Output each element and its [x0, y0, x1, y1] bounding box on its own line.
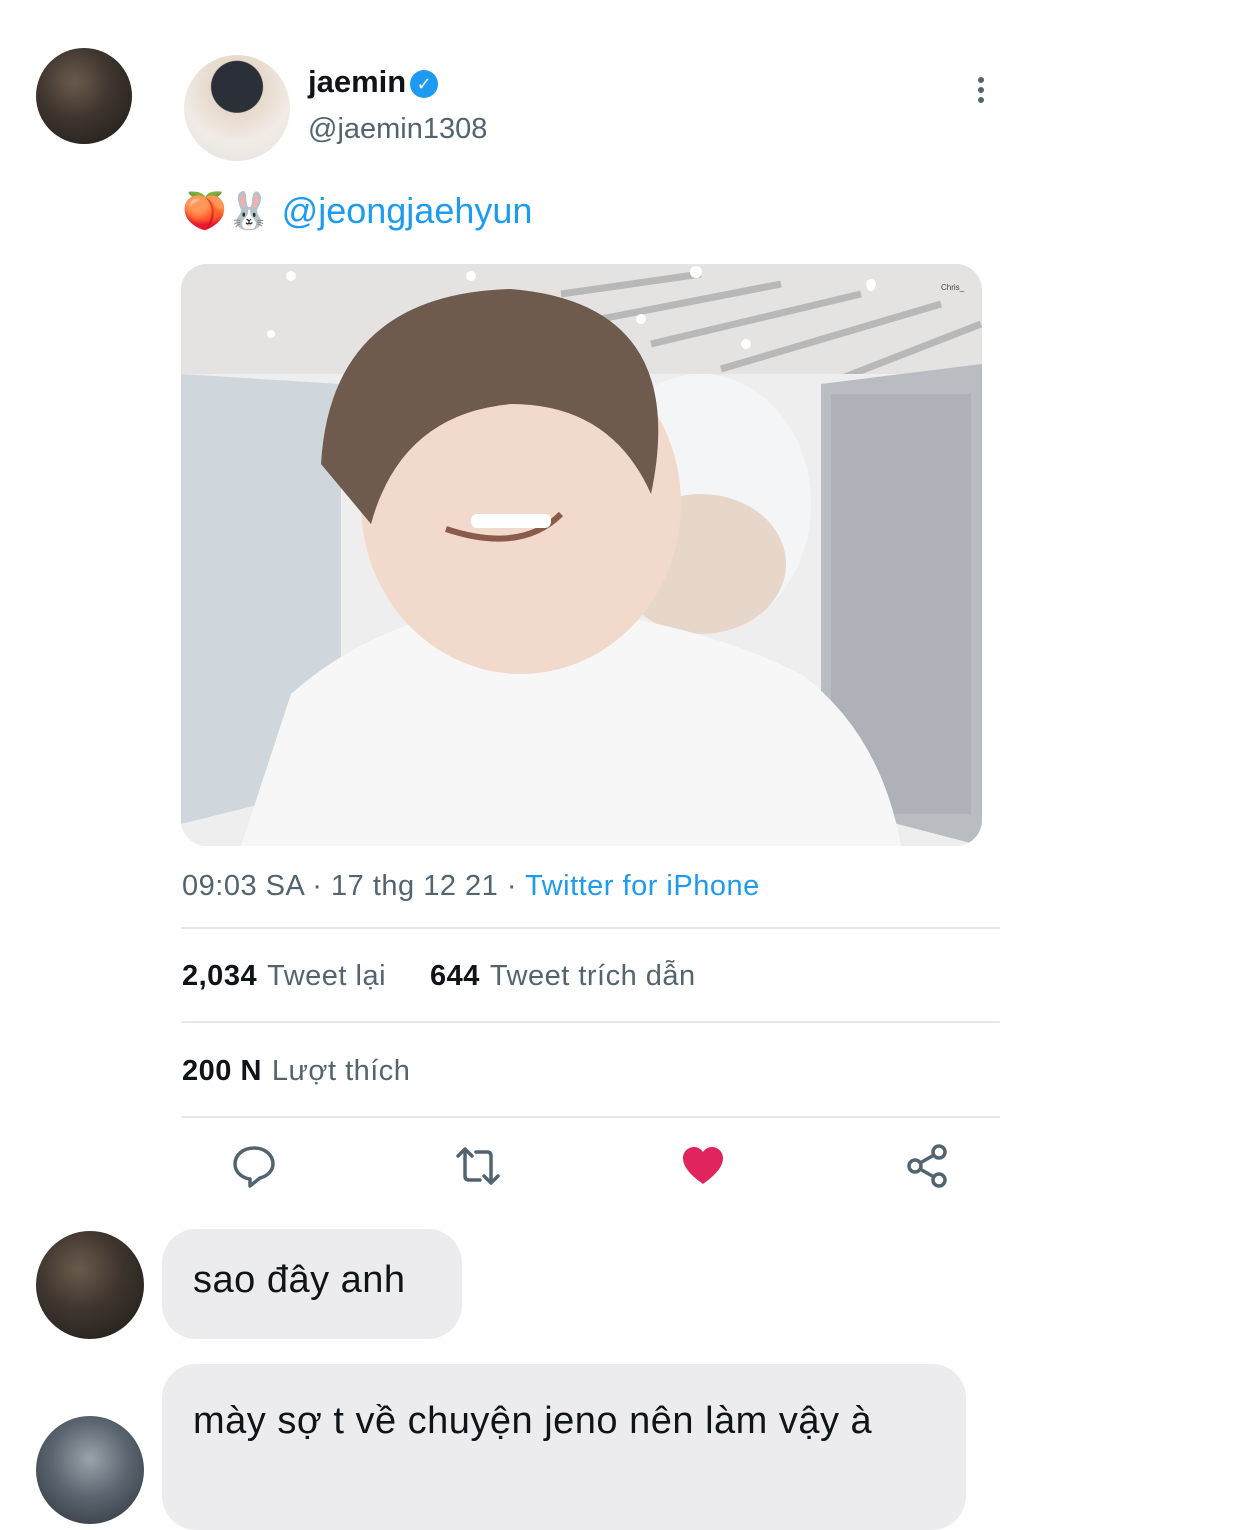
quote-stats[interactable]: 644 Tweet trích dẫn — [430, 960, 696, 993]
message-text: sao đây anh — [193, 1259, 406, 1301]
photo-illustration: Chris_ — [181, 264, 982, 846]
tweet-author-name[interactable]: jaemin — [308, 64, 406, 99]
verified-badge-icon: ✓ — [410, 70, 439, 98]
tweet-time: 09:03 SA — [182, 870, 304, 902]
retweet-icon — [456, 1147, 500, 1185]
tweet-date: 17 thg 12 21 — [331, 870, 499, 902]
retweet-stats[interactable]: 2,034 Tweet lại — [182, 960, 386, 993]
reply-button[interactable] — [230, 1142, 278, 1190]
message-bubble[interactable]: mày sợ t về chuyện jeno nên làm vậy à — [162, 1364, 966, 1530]
sender-avatar[interactable] — [36, 1231, 144, 1339]
quote-count: 644 — [430, 960, 480, 992]
like-button[interactable] — [679, 1142, 727, 1190]
divider — [181, 1021, 1000, 1023]
sender-avatar[interactable] — [36, 1416, 144, 1524]
message-bubble[interactable]: sao đây anh — [162, 1229, 462, 1339]
like-stats[interactable]: 200 N Lượt thích — [182, 1055, 410, 1088]
retweet-count: 2,034 — [182, 960, 258, 992]
retweet-button[interactable] — [454, 1142, 502, 1190]
sender-avatar[interactable] — [36, 48, 132, 144]
share-button[interactable] — [903, 1142, 951, 1190]
heart-icon — [683, 1147, 723, 1184]
share-icon — [907, 1144, 947, 1188]
tweet-source-link[interactable]: Twitter for iPhone — [525, 870, 760, 902]
tweet-text: 🍑🐰 @jeongjaehyun — [182, 190, 532, 232]
image-watermark: Chris_ — [941, 283, 965, 292]
tweet-mention-link[interactable]: @jeongjaehyun — [282, 190, 533, 231]
divider — [181, 927, 1000, 929]
reply-icon — [233, 1146, 275, 1188]
tweet-metadata: 09:03 SA · 17 thg 12 21 · Twitter for iP… — [182, 870, 760, 903]
meta-separator: · — [312, 870, 323, 902]
tweet-emojis: 🍑🐰 — [182, 190, 272, 231]
more-options-icon[interactable] — [977, 77, 985, 107]
meta-separator: · — [506, 870, 518, 902]
tweet-author-name-row[interactable]: jaemin ✓ — [308, 64, 439, 100]
retweet-label: Tweet lại — [267, 960, 387, 992]
tweet-media-image[interactable]: Chris_ — [181, 264, 982, 846]
like-label: Lượt thích — [271, 1055, 411, 1087]
message-text: mày sợ t về chuyện jeno nên làm vậy à — [193, 1400, 873, 1442]
quote-label: Tweet trích dẫn — [489, 960, 696, 992]
divider — [181, 1116, 1000, 1118]
tweet-author-avatar[interactable] — [184, 55, 290, 161]
tweet-author-handle[interactable]: @jaemin1308 — [308, 113, 487, 146]
like-count: 200 N — [182, 1055, 262, 1087]
